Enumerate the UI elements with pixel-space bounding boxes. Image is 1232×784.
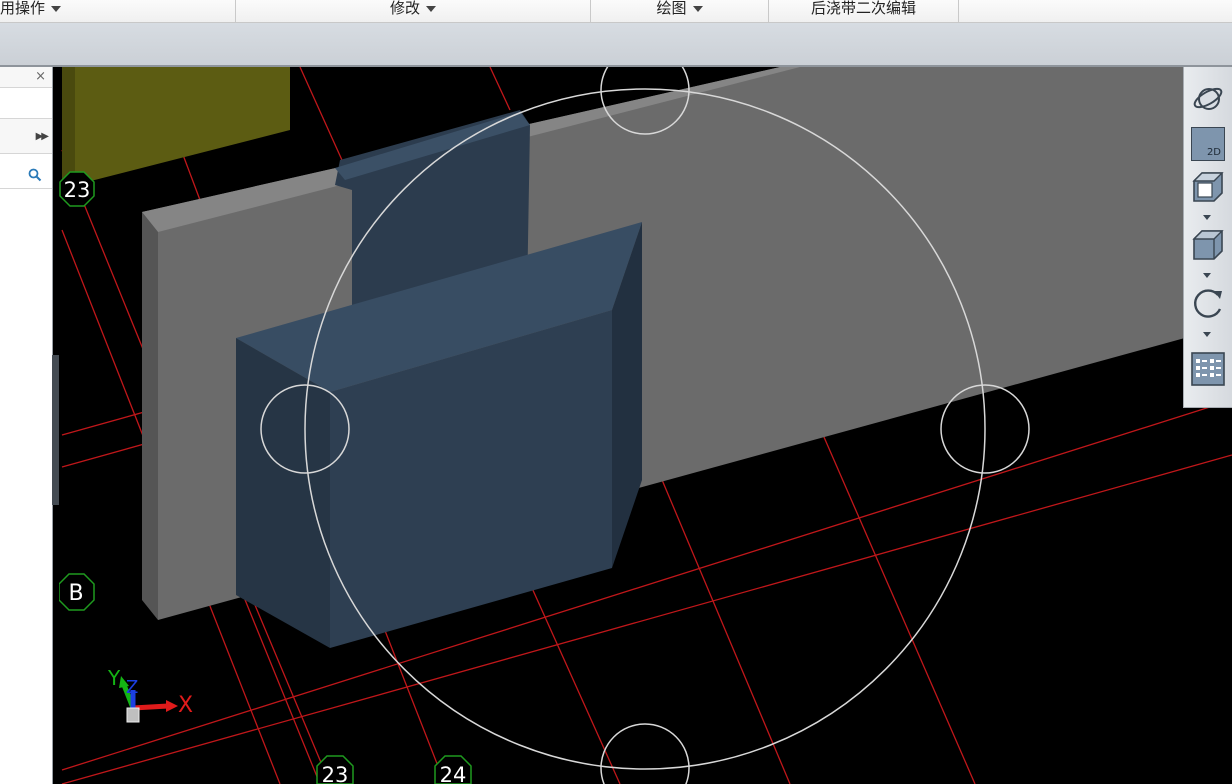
y-axis-label: Y [107, 666, 121, 690]
left-panel-header: × [0, 67, 52, 88]
menu-draw[interactable]: 绘图 [591, 0, 769, 22]
grid-marker-bottom-23-label: 23 [322, 763, 349, 784]
chevron-down-icon[interactable] [1203, 215, 1211, 220]
menu-common-ops[interactable]: 用操作 [0, 0, 236, 22]
x-axis-label: X [178, 693, 193, 718]
menu-post-pour-edit[interactable]: 后浇带二次编辑 [769, 0, 959, 22]
z-axis-label: Z [126, 677, 138, 698]
cube-icon[interactable] [1190, 227, 1226, 263]
chevron-down-icon [692, 5, 703, 12]
grid-marker-row-b-label: B [68, 581, 83, 606]
chevron-down-icon [426, 5, 436, 12]
grid-marker-bottom-24[interactable]: 24 [434, 755, 472, 784]
menu-bar: 用操作 修改 绘图 后浇带二次编辑 [0, 0, 1232, 23]
view-3d-box-icon[interactable] [1190, 169, 1226, 205]
chevron-down-icon[interactable] [1203, 273, 1211, 278]
grid-marker-bottom-23[interactable]: 23 [316, 755, 354, 784]
left-panel: × ▶▶ [0, 67, 53, 784]
left-panel-toolbar: ▶▶ [0, 119, 52, 154]
search-icon[interactable] [28, 168, 42, 182]
view-2d-label: 2D [1206, 147, 1221, 158]
grid-marker-top-left[interactable]: 23 [59, 171, 95, 207]
menu-modify-label: 修改 [389, 0, 420, 17]
left-panel-search-row[interactable] [0, 154, 52, 189]
view-2d-icon[interactable]: 2D [1191, 127, 1225, 161]
view-toolbar: 2D [1183, 67, 1232, 408]
checklist-icon[interactable] [1190, 351, 1226, 387]
panel-splitter[interactable] [52, 355, 59, 505]
rotate-icon[interactable] [1190, 285, 1226, 321]
grid-marker-bottom-24-label: 24 [440, 763, 467, 784]
3d-viewport[interactable]: 23 B 23 24 X Y Z [59, 67, 1232, 784]
grid-marker-top-left-label: 23 [64, 178, 91, 202]
chevron-down-icon[interactable] [1203, 332, 1211, 337]
model-canvas[interactable]: 23 B 23 24 X Y Z [59, 67, 1232, 784]
double-chevron-right-icon[interactable]: ▶▶ [36, 131, 49, 142]
slab-element[interactable] [62, 67, 290, 188]
chevron-down-icon [51, 5, 62, 12]
menu-draw-label: 绘图 [656, 0, 687, 17]
grid-marker-row-b[interactable]: B [59, 573, 95, 611]
orbit-handle-bottom [600, 723, 690, 784]
close-icon[interactable]: × [35, 69, 46, 84]
ribbon-strip [0, 23, 1232, 67]
left-panel-row [0, 88, 52, 119]
menu-post-pour-edit-label: 后浇带二次编辑 [810, 0, 916, 17]
menu-modify[interactable]: 修改 [236, 0, 591, 22]
menu-common-ops-label: 用操作 [0, 0, 46, 17]
orbit-icon[interactable] [1190, 81, 1226, 117]
axis-gizmo: X Y Z [107, 666, 193, 723]
